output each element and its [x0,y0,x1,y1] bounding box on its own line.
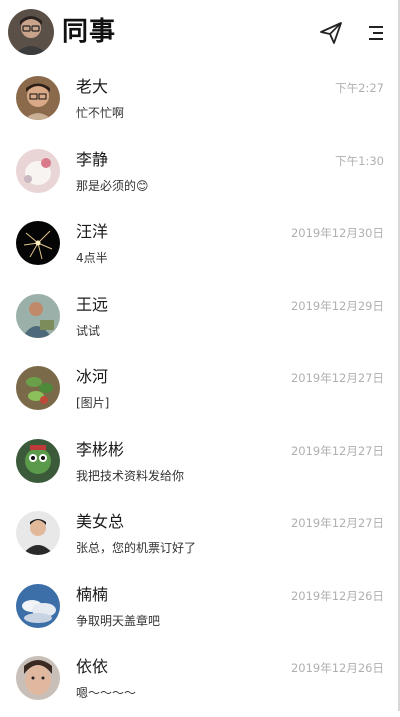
chat-item[interactable]: 美女总 2019年12月27日 张总，您的机票订好了 [0,499,400,572]
last-message: 忙不忙啊 [76,106,125,120]
last-message: 争取明天盖章吧 [76,613,161,628]
chat-list: 老大 下午2:27 忙不忙啊 李静 下午1:30 那是必须的😊 汪洋 2019年… [0,64,400,717]
message-time: 2019年12月27日 [290,371,384,385]
last-message: 那是必须的😊 [76,178,149,193]
chat-item[interactable]: 依依 2019年12月26日 嗯～～～～ [0,644,400,717]
last-message: 嗯～～～～ [76,686,137,700]
page-title: 同事 [62,17,117,47]
user-avatar[interactable] [8,9,54,55]
chat-item[interactable]: 王远 2019年12月29日 试试 [0,282,400,355]
contact-name: 美女总 [76,512,125,531]
top-bar: 同事 [0,0,400,64]
contact-name: 王远 [76,294,109,314]
last-message: 我把技术资料发给你 [76,468,185,483]
contact-avatar [16,438,60,483]
message-time: 下午1:30 [335,153,384,168]
chat-item[interactable]: 李彬彬 2019年12月27日 我把技术资料发给你 [0,427,400,500]
message-time: 2019年12月26日 [290,661,384,675]
contact-name: 李彬彬 [76,439,125,459]
last-message: 试试 [76,323,101,338]
contact-name: 汪洋 [76,222,109,241]
chat-item[interactable]: 老大 下午2:27 忙不忙啊 [0,64,400,137]
message-time: 2019年12月30日 [290,226,384,240]
paper-plane-icon[interactable] [318,20,344,46]
message-time: 2019年12月27日 [290,443,384,458]
contact-avatar [16,221,60,265]
contact-name: 李静 [76,149,109,169]
contact-avatar [16,293,60,338]
message-time: 下午2:27 [335,81,384,95]
chat-item[interactable]: 汪洋 2019年12月30日 4点半 [0,209,400,282]
contact-avatar [16,511,60,555]
menu-icon[interactable] [364,22,386,44]
contact-name: 楠楠 [76,584,109,604]
message-time: 2019年12月26日 [290,588,384,603]
contact-name: 冰河 [76,367,109,386]
last-message: 张总，您的机票订好了 [76,541,197,555]
contact-name: 老大 [76,77,109,96]
chat-item[interactable]: 冰河 2019年12月27日 [图片] [0,354,400,427]
last-message: 4点半 [76,251,108,265]
contact-avatar [16,148,60,193]
contact-avatar [16,76,60,120]
message-time: 2019年12月29日 [290,298,384,313]
contact-avatar [16,583,60,628]
contact-avatar [16,656,60,700]
contact-name: 依依 [76,657,109,676]
chat-item[interactable]: 李静 下午1:30 那是必须的😊 [0,137,400,210]
contact-avatar [16,366,60,410]
chat-item[interactable]: 楠楠 2019年12月26日 争取明天盖章吧 [0,572,400,645]
message-time: 2019年12月27日 [290,516,384,530]
last-message: [图片] [76,396,110,410]
